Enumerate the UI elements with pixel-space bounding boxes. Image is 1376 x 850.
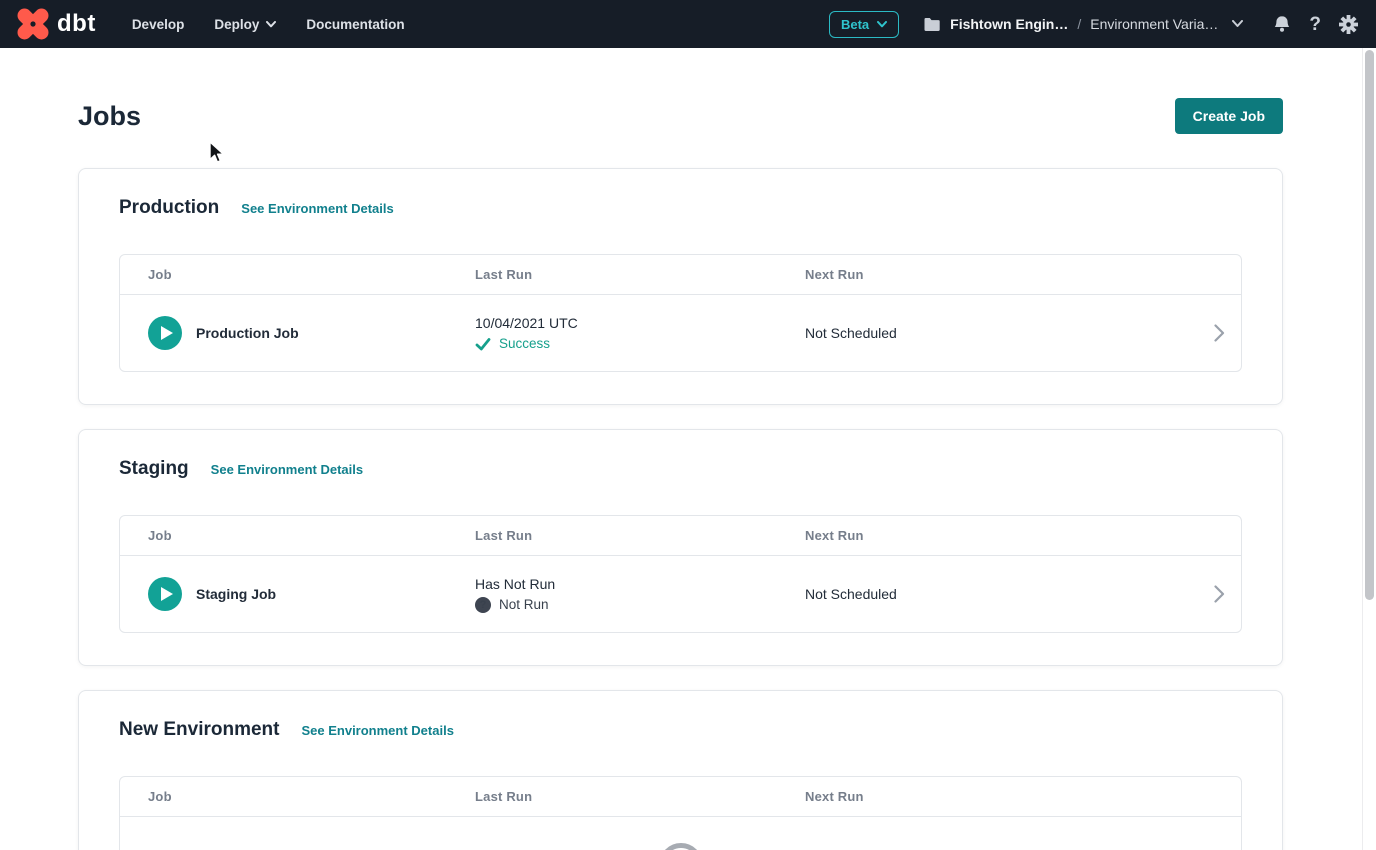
empty-jobs-state: ? [120, 817, 1241, 850]
brand-text: dbt [57, 10, 96, 38]
last-run-date: Has Not Run [475, 576, 805, 592]
job-name: Production Job [196, 325, 299, 341]
nav-item-deploy[interactable]: Deploy [214, 17, 276, 32]
settings-button[interactable] [1337, 15, 1360, 34]
gear-icon [1339, 15, 1358, 34]
create-job-button[interactable]: Create Job [1175, 98, 1283, 134]
help-button[interactable]: ? [1307, 15, 1323, 34]
scrollbar-thumb[interactable] [1365, 50, 1374, 600]
column-header-job: Job [148, 789, 475, 804]
chevron-down-icon[interactable] [1232, 20, 1243, 28]
chevron-down-icon [877, 21, 887, 28]
column-header-next-run: Next Run [805, 267, 1181, 282]
empty-state-question-icon: ? [659, 843, 703, 850]
breadcrumb-separator: / [1077, 16, 1081, 32]
column-header-last-run: Last Run [475, 789, 805, 804]
play-icon [161, 326, 173, 340]
jobs-table: Job Last Run Next Run ? [119, 776, 1242, 850]
question-mark-icon: ? [1309, 15, 1321, 34]
nav-item-develop[interactable]: Develop [132, 17, 185, 32]
top-navbar: dbt Develop Deploy Documentation Beta Fi… [0, 0, 1376, 48]
main-content: Jobs Create Job Production See Environme… [0, 48, 1362, 850]
column-header-next-run: Next Run [805, 528, 1181, 543]
column-header-next-run: Next Run [805, 789, 1181, 804]
next-run: Not Scheduled [805, 586, 1181, 602]
breadcrumb-page[interactable]: Environment Varia… [1090, 16, 1218, 32]
see-environment-details-link[interactable]: See Environment Details [211, 457, 363, 483]
dbt-logo[interactable]: dbt [16, 7, 96, 41]
job-row-staging-job[interactable]: Staging Job Has Not Run ? Not Run Not Sc… [120, 556, 1241, 632]
see-environment-details-link[interactable]: See Environment Details [241, 196, 393, 222]
folder-icon [923, 17, 941, 32]
jobs-table: Job Last Run Next Run Production Job 10/… [119, 254, 1242, 372]
environment-card-production: Production See Environment Details Job L… [78, 168, 1283, 405]
chevron-right-icon[interactable] [1214, 324, 1225, 342]
column-header-last-run: Last Run [475, 267, 805, 282]
not-run-question-icon: ? [475, 597, 491, 613]
jobs-table-header: Job Last Run Next Run [120, 255, 1241, 295]
nav-deploy-label: Deploy [214, 17, 259, 32]
column-header-job: Job [148, 267, 475, 282]
chevron-down-icon [266, 21, 276, 28]
breadcrumb: Fishtown Engin… / Environment Varia… [923, 16, 1243, 32]
environment-name: New Environment [119, 717, 279, 743]
notifications-button[interactable] [1271, 15, 1293, 34]
jobs-table-header: Job Last Run Next Run [120, 516, 1241, 556]
environment-name: Staging [119, 456, 189, 482]
environment-card-new-environment: New Environment See Environment Details … [78, 690, 1283, 850]
navbar-right: Beta Fishtown Engin… / Environment Varia… [829, 11, 1360, 38]
nav-develop-label: Develop [132, 17, 185, 32]
column-header-last-run: Last Run [475, 528, 805, 543]
page-header: Jobs Create Job [78, 98, 1283, 134]
dbt-logo-icon [16, 7, 50, 41]
scrollbar-track[interactable] [1362, 48, 1376, 850]
run-job-button[interactable] [148, 577, 182, 611]
jobs-table: Job Last Run Next Run Staging Job Has No… [119, 515, 1242, 633]
last-run-date: 10/04/2021 UTC [475, 315, 805, 331]
breadcrumb-project[interactable]: Fishtown Engin… [950, 16, 1068, 32]
environment-card-staging: Staging See Environment Details Job Last… [78, 429, 1283, 666]
nav-documentation-label: Documentation [306, 17, 404, 32]
nav-item-documentation[interactable]: Documentation [306, 17, 404, 32]
page-title: Jobs [78, 101, 141, 132]
play-icon [161, 587, 173, 601]
beta-label: Beta [841, 17, 869, 32]
main-nav: Develop Deploy Documentation [132, 17, 405, 32]
last-run-status: Not Run [499, 597, 549, 612]
jobs-table-header: Job Last Run Next Run [120, 777, 1241, 817]
beta-dropdown[interactable]: Beta [829, 11, 899, 38]
chevron-right-icon[interactable] [1214, 585, 1225, 603]
job-name: Staging Job [196, 586, 276, 602]
column-header-job: Job [148, 528, 475, 543]
success-check-icon [475, 337, 491, 351]
run-job-button[interactable] [148, 316, 182, 350]
bell-icon [1273, 15, 1291, 34]
job-row-production-job[interactable]: Production Job 10/04/2021 UTC Success No… [120, 295, 1241, 371]
next-run: Not Scheduled [805, 325, 1181, 341]
last-run-status: Success [499, 336, 550, 351]
see-environment-details-link[interactable]: See Environment Details [301, 718, 453, 744]
environment-name: Production [119, 195, 219, 221]
